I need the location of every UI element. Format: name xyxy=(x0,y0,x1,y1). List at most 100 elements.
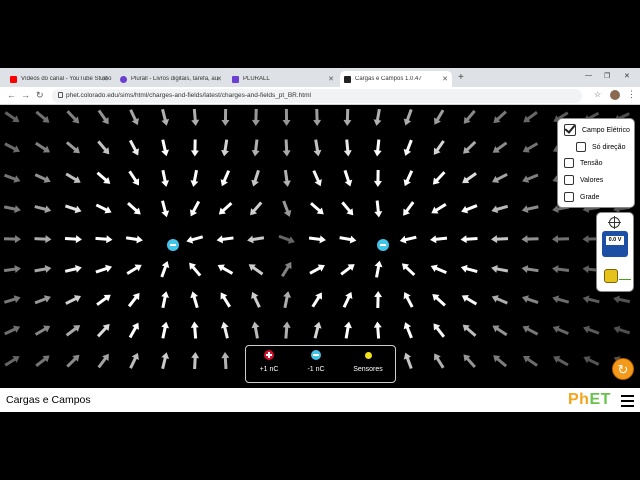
new-tab-button[interactable]: + xyxy=(458,72,464,83)
lock-icon xyxy=(58,92,63,98)
checkbox-icon[interactable] xyxy=(564,158,574,168)
tab-plurall-books[interactable]: Plurall - Livros digitais, tarefa, au ✕ xyxy=(116,71,226,87)
values-checkbox[interactable]: Valores xyxy=(564,175,603,185)
field-arrow-head xyxy=(282,119,291,126)
negative-charge-source[interactable]: -1 nC xyxy=(296,350,336,373)
field-arrow-head xyxy=(399,235,407,244)
close-icon[interactable]: ✕ xyxy=(216,75,222,83)
field-arrow-head xyxy=(161,149,170,157)
url-input[interactable]: phet.colorado.edu/sims/html/charges-and-… xyxy=(52,89,582,103)
field-arrow-head xyxy=(582,265,589,274)
grid-checkbox[interactable]: Grade xyxy=(564,192,599,202)
tab-youtube[interactable]: Vídeos do canal - YouTube Studio ✕ xyxy=(6,71,112,87)
close-window-icon[interactable]: ✕ xyxy=(624,72,630,80)
tab-plurall[interactable]: PLURALL ✕ xyxy=(228,71,338,87)
field-arrow-head xyxy=(582,235,589,244)
sensors-label: Sensores xyxy=(353,366,383,373)
field-arrow-head xyxy=(161,210,170,218)
minimize-icon[interactable]: — xyxy=(585,72,592,79)
checkbox-icon[interactable] xyxy=(564,175,574,185)
field-arrow-head xyxy=(373,150,382,157)
positive-charge-label: +1 nC xyxy=(259,366,279,373)
sensor-icon[interactable] xyxy=(364,352,372,359)
browser-menu-icon[interactable]: ⋮ xyxy=(627,89,636,100)
field-arrow-head xyxy=(283,291,292,298)
sensors-source[interactable]: Sensores xyxy=(346,350,390,373)
field-arrow-head xyxy=(613,295,620,304)
negative-charge-icon[interactable] xyxy=(311,350,321,360)
field-arrow-head xyxy=(521,265,529,274)
field-arrow-head xyxy=(45,235,52,244)
bookmark-star-icon[interactable]: ☆ xyxy=(594,90,601,99)
field-arrow-head xyxy=(161,180,170,187)
field-arrow-head xyxy=(374,211,383,218)
direction-only-checkbox[interactable]: Só direção xyxy=(576,142,625,152)
profile-avatar[interactable] xyxy=(610,90,620,100)
positive-charge-icon[interactable] xyxy=(264,350,274,360)
field-arrow-head xyxy=(374,291,383,298)
hamburger-menu-icon[interactable] xyxy=(621,395,634,410)
field-arrow-head xyxy=(14,265,21,274)
field-arrow-head xyxy=(491,235,498,244)
field-arrow-head xyxy=(14,235,21,244)
negative-charge-label: -1 nC xyxy=(307,366,325,373)
field-arrow-head xyxy=(319,235,326,244)
field-arrow-head xyxy=(190,180,199,187)
field-arrow-head xyxy=(161,352,170,360)
crosshair-icon[interactable] xyxy=(608,216,621,229)
tab-strip: Vídeos do canal - YouTube Studio ✕ Plura… xyxy=(0,68,640,87)
field-arrow-head xyxy=(190,321,199,328)
field-arrow-head xyxy=(44,205,52,214)
field-arrow-head xyxy=(373,180,382,187)
plurall-icon xyxy=(232,75,239,83)
field-arrow-head xyxy=(251,119,260,126)
tab-title: Plurall - Livros digitais, tarefa, au xyxy=(131,76,219,82)
forward-icon[interactable]: → xyxy=(21,90,30,100)
field-arrow-head xyxy=(343,119,352,126)
navigation-bar: Cargas e Campos xyxy=(0,388,640,412)
field-arrow-head xyxy=(552,235,559,244)
electric-field-checkbox[interactable]: Campo Elétrico xyxy=(564,124,630,136)
field-arrow-head xyxy=(313,119,322,126)
field-arrow-head xyxy=(216,235,224,244)
field-arrow-head xyxy=(136,235,143,244)
close-icon[interactable]: ✕ xyxy=(102,75,108,83)
voltage-checkbox[interactable]: Tensão xyxy=(564,158,603,168)
checkbox-icon[interactable] xyxy=(564,192,574,202)
field-arrow-head xyxy=(373,321,382,328)
field-arrow-head xyxy=(44,265,52,273)
field-arrow-head xyxy=(344,321,352,329)
field-arrow-head xyxy=(161,321,170,329)
placed-negative-charge[interactable] xyxy=(377,239,389,251)
tab-title: Cargas e Campos 1.0.47 xyxy=(355,76,422,82)
reset-all-button[interactable]: ↻ xyxy=(612,358,634,380)
direction-only-label: Só direção xyxy=(592,143,626,151)
minus-sign-icon xyxy=(380,244,386,246)
field-arrow-head xyxy=(521,205,529,214)
positive-charge-source[interactable]: +1 nC xyxy=(249,350,289,373)
letterbox-bottom xyxy=(0,412,640,480)
field-arrow-head xyxy=(251,321,260,329)
minus-sign-icon xyxy=(170,244,176,246)
maximize-icon[interactable]: ❐ xyxy=(604,72,610,80)
checkbox-icon[interactable] xyxy=(576,142,586,152)
field-arrow-head xyxy=(106,235,113,244)
placed-negative-charge[interactable] xyxy=(167,239,179,251)
close-icon[interactable]: ✕ xyxy=(328,75,334,83)
close-icon[interactable]: ✕ xyxy=(442,75,448,83)
measuring-tape-icon[interactable] xyxy=(604,269,631,283)
voltmeter-tool[interactable]: 0.0 V xyxy=(602,231,628,257)
grid-label: Grade xyxy=(580,193,600,201)
youtube-icon xyxy=(10,75,17,83)
field-arrow-head xyxy=(221,149,229,157)
tab-cargas-campos[interactable]: Cargas e Campos 1.0.47 ✕ xyxy=(340,71,452,87)
field-arrow-head xyxy=(430,235,437,244)
field-arrow-head xyxy=(313,149,322,157)
field-arrow-head xyxy=(282,321,291,328)
visibility-control-panel: Campo Elétrico Só direção Tensão Valores… xyxy=(557,118,635,208)
phet-logo[interactable]: PhET xyxy=(568,391,611,409)
field-arrow-head xyxy=(221,352,230,359)
checkbox-icon[interactable] xyxy=(564,124,576,136)
reload-icon[interactable]: ↻ xyxy=(36,90,44,101)
back-icon[interactable]: ← xyxy=(7,90,16,100)
